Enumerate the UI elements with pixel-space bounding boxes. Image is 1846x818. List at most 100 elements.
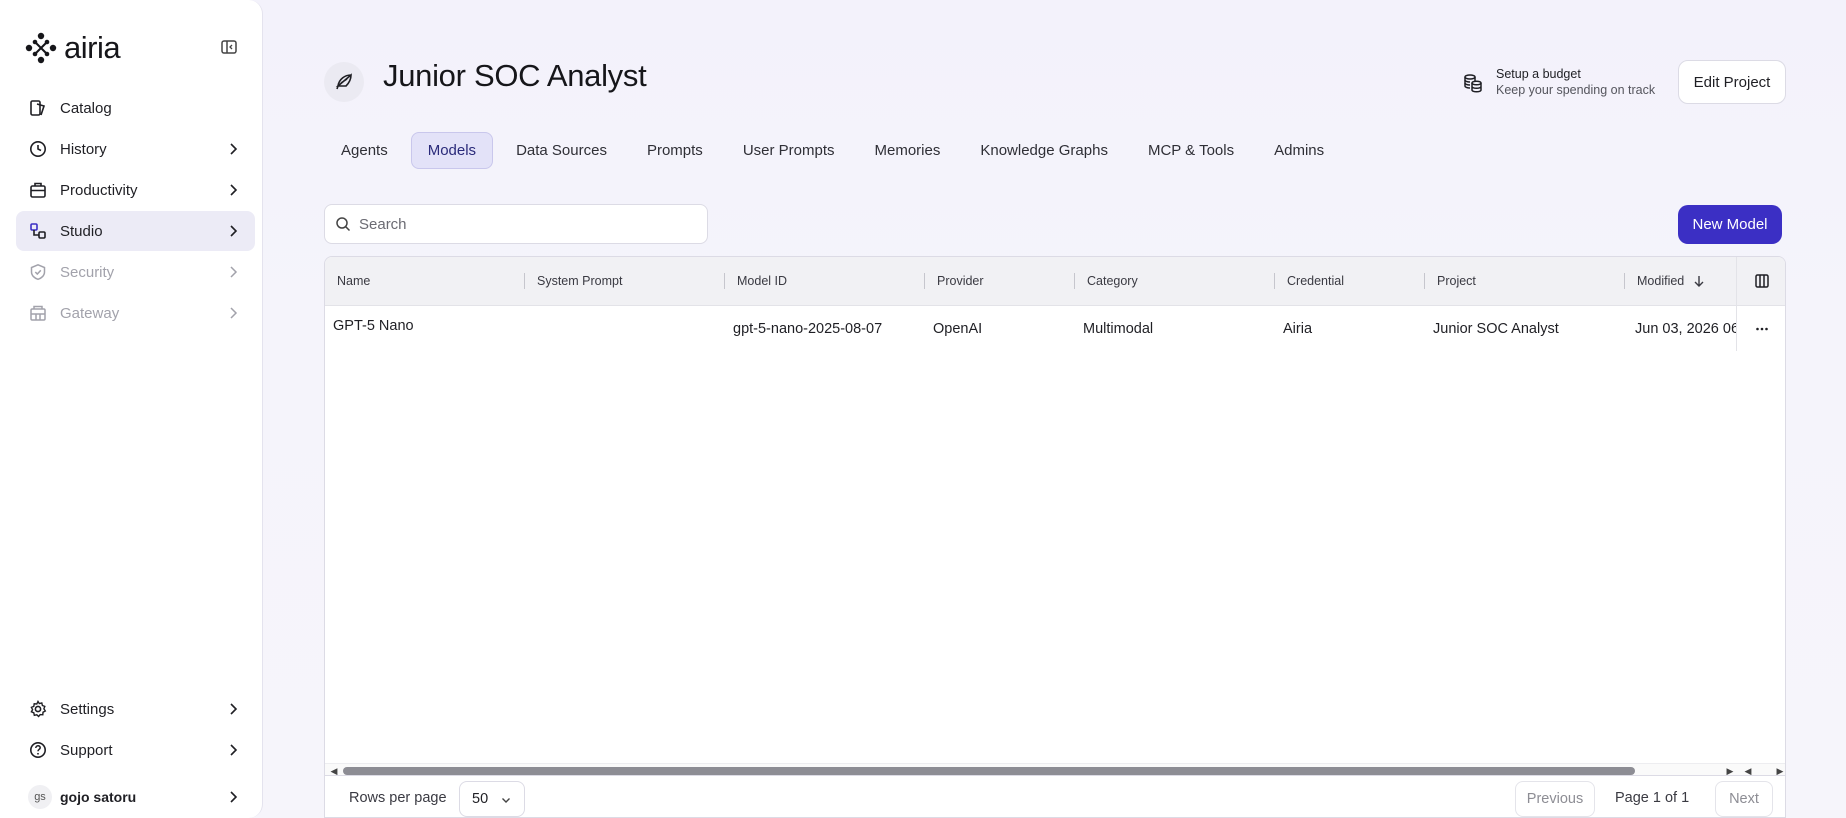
column-header-category[interactable]: Category bbox=[1075, 257, 1275, 305]
sidebar-item-catalog[interactable]: Catalog bbox=[16, 88, 255, 128]
scroll-right-icon[interactable]: ▶ bbox=[1775, 766, 1785, 775]
sidebar-bottom-nav: Settings Support bbox=[16, 689, 255, 771]
cell-name: GPT-5 Nano bbox=[333, 318, 414, 334]
sidebar-item-label: Security bbox=[60, 263, 115, 281]
shield-icon bbox=[28, 262, 48, 282]
column-header-project[interactable]: Project bbox=[1425, 257, 1625, 305]
table-row[interactable]: GPT-5 Nano gpt-5-nano-2025-08-07 OpenAI … bbox=[325, 306, 1785, 351]
horizontal-scrollbar[interactable]: ◀ ▶ ◀ ▶ bbox=[325, 763, 1785, 775]
feather-icon bbox=[335, 73, 352, 90]
sidebar-item-label: Settings bbox=[60, 700, 115, 718]
row-actions-button[interactable] bbox=[1736, 306, 1785, 351]
tab-data-sources[interactable]: Data Sources bbox=[499, 132, 624, 169]
column-label: Category bbox=[1087, 274, 1138, 288]
chevron-right-icon bbox=[230, 744, 238, 756]
column-label: Provider bbox=[937, 274, 984, 288]
columns-icon bbox=[1755, 274, 1769, 288]
sidebar-item-support[interactable]: Support bbox=[16, 730, 255, 770]
sidebar: airia Catalog History Productivity Studi… bbox=[0, 0, 263, 818]
rows-per-page-value: 50 bbox=[472, 791, 489, 807]
setup-budget-link[interactable]: Setup a budget Keep your spending on tra… bbox=[1462, 66, 1655, 98]
sort-desc-icon[interactable] bbox=[1692, 274, 1706, 288]
help-icon bbox=[28, 740, 48, 760]
more-horizontal-icon bbox=[1756, 327, 1768, 330]
column-settings-button[interactable] bbox=[1736, 257, 1785, 305]
sidebar-item-productivity[interactable]: Productivity bbox=[16, 170, 255, 210]
sidebar-item-settings[interactable]: Settings bbox=[16, 689, 255, 729]
column-label: Credential bbox=[1287, 274, 1344, 288]
clock-icon bbox=[28, 139, 48, 159]
pagination-bar: Rows per page 50 Previous Page 1 of 1 Ne… bbox=[324, 776, 1786, 818]
project-icon bbox=[324, 62, 364, 102]
tab-user-prompts[interactable]: User Prompts bbox=[726, 132, 852, 169]
scroll-right-icon[interactable]: ▶ bbox=[1725, 766, 1735, 775]
sidebar-item-studio[interactable]: Studio bbox=[16, 211, 255, 251]
rows-per-page-select[interactable]: 50 bbox=[459, 781, 525, 817]
chevron-right-icon bbox=[230, 184, 238, 196]
tab-knowledge-graphs[interactable]: Knowledge Graphs bbox=[963, 132, 1125, 169]
search-input[interactable] bbox=[359, 215, 689, 233]
cell-credential: Airia bbox=[1283, 320, 1313, 337]
tab-agents[interactable]: Agents bbox=[324, 132, 405, 169]
scroll-left-icon[interactable]: ◀ bbox=[329, 766, 339, 775]
sidebar-item-label: Studio bbox=[60, 222, 103, 240]
cell-model-id: gpt-5-nano-2025-08-07 bbox=[733, 320, 883, 337]
column-label: Name bbox=[337, 274, 371, 288]
sidebar-item-history[interactable]: History bbox=[16, 129, 255, 169]
tab-memories[interactable]: Memories bbox=[858, 132, 958, 169]
studio-icon bbox=[28, 221, 48, 241]
collapse-sidebar-icon[interactable] bbox=[220, 38, 238, 56]
tab-mcp-tools[interactable]: MCP & Tools bbox=[1131, 132, 1251, 169]
cell-provider: OpenAI bbox=[933, 320, 983, 337]
tab-models[interactable]: Models bbox=[410, 132, 494, 169]
chevron-right-icon bbox=[230, 307, 238, 319]
new-model-button[interactable]: New Model bbox=[1678, 205, 1782, 244]
sidebar-item-label: Support bbox=[60, 741, 113, 759]
models-table: Name System Prompt Model ID Provider Cat… bbox=[324, 256, 1786, 776]
column-label: Project bbox=[1437, 274, 1476, 288]
catalog-icon bbox=[28, 98, 48, 118]
chevron-right-icon bbox=[230, 266, 238, 278]
avatar: gs bbox=[28, 785, 52, 809]
tab-admins[interactable]: Admins bbox=[1257, 132, 1341, 169]
chevron-down-icon bbox=[502, 798, 510, 803]
scroll-left-icon[interactable]: ◀ bbox=[1743, 766, 1753, 775]
user-menu[interactable]: gs gojo satoru bbox=[16, 777, 255, 817]
sidebar-item-security[interactable]: Security bbox=[16, 252, 255, 292]
sidebar-item-label: History bbox=[60, 140, 107, 158]
rows-per-page-label: Rows per page bbox=[349, 790, 447, 806]
column-header-model-id[interactable]: Model ID bbox=[725, 257, 925, 305]
project-tabs: Agents Models Data Sources Prompts User … bbox=[324, 132, 1341, 169]
brand-logo[interactable]: airia bbox=[24, 30, 121, 66]
sidebar-item-label: Catalog bbox=[60, 99, 112, 117]
column-header-system-prompt[interactable]: System Prompt bbox=[525, 257, 725, 305]
coins-icon bbox=[1464, 74, 1482, 93]
tab-prompts[interactable]: Prompts bbox=[630, 132, 720, 169]
column-header-provider[interactable]: Provider bbox=[925, 257, 1075, 305]
scrollbar-thumb[interactable] bbox=[343, 767, 1635, 775]
table-header: Name System Prompt Model ID Provider Cat… bbox=[325, 257, 1785, 306]
budget-subtitle: Keep your spending on track bbox=[1496, 83, 1656, 97]
column-header-credential[interactable]: Credential bbox=[1275, 257, 1425, 305]
cell-modified: Jun 03, 2026 06 bbox=[1635, 320, 1736, 337]
sidebar-nav: Catalog History Productivity Studio Secu… bbox=[16, 88, 255, 334]
edit-project-button[interactable]: Edit Project bbox=[1678, 60, 1786, 104]
cell-category: Multimodal bbox=[1083, 320, 1154, 337]
chevron-right-icon bbox=[230, 143, 238, 155]
gear-icon bbox=[28, 699, 48, 719]
column-label: Modified bbox=[1637, 274, 1685, 288]
gateway-icon bbox=[28, 303, 48, 323]
previous-page-button[interactable]: Previous bbox=[1515, 781, 1595, 817]
chevron-right-icon bbox=[230, 791, 238, 803]
search-icon bbox=[336, 217, 351, 232]
sidebar-item-gateway[interactable]: Gateway bbox=[16, 293, 255, 333]
column-header-modified[interactable]: Modified bbox=[1625, 257, 1736, 305]
page-title: Junior SOC Analyst bbox=[383, 58, 647, 93]
page-indicator: Page 1 of 1 bbox=[1615, 790, 1690, 806]
next-page-button[interactable]: Next bbox=[1715, 781, 1773, 817]
chevron-right-icon bbox=[230, 225, 238, 237]
briefcase-icon bbox=[28, 180, 48, 200]
budget-title: Setup a budget bbox=[1496, 67, 1581, 81]
column-header-name[interactable]: Name bbox=[325, 257, 525, 305]
column-label: Model ID bbox=[737, 274, 788, 288]
